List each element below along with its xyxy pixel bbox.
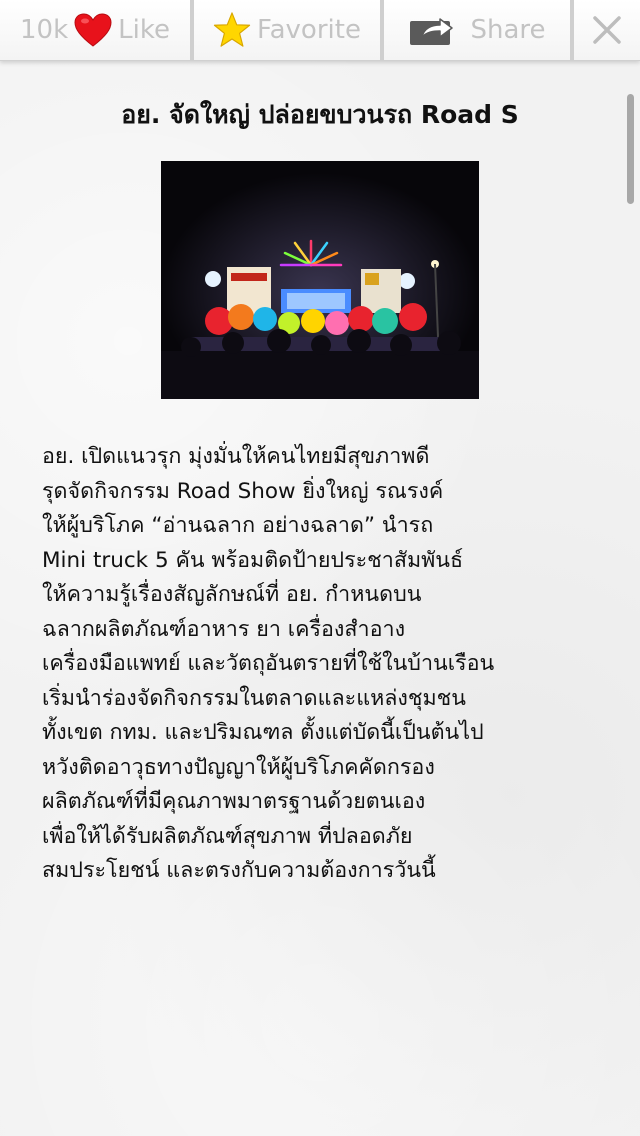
article-line: ให้ความรู้เรื่องสัญลักษณ์ที่ อย. กำหนดบน bbox=[42, 582, 422, 607]
article-body: อย. เปิดแนวรุก มุ่งมั่นให้คนไทยมีสุขภาพด… bbox=[42, 440, 622, 889]
article-line: เริ่มนำร่องจัดกิจกรรมในตลาดและแหล่งชุมชน bbox=[42, 685, 466, 711]
article-line: รุดจัดกิจกรรม Road Show ยิ่งใหญ่ รณรงค์ bbox=[42, 478, 444, 504]
article-photo bbox=[161, 161, 479, 399]
article-line: ผลิตภัณฑ์ที่มีคุณภาพมาตรฐานด้วยตนเอง bbox=[42, 789, 426, 814]
article-line: หวังติดอาวุธทางปัญญาให้ผู้บริโภคคัดกรอง bbox=[42, 754, 435, 780]
article-title: อย. จัดใหญ่ ปล่อยขบวนรถ Road S bbox=[121, 100, 519, 129]
star-icon bbox=[213, 12, 251, 47]
close-icon bbox=[593, 16, 621, 44]
article-line: เพื่อให้ได้รับผลิตภัณฑ์สุขภาพ ที่ปลอดภัย bbox=[42, 823, 413, 849]
favorite-label: Favorite bbox=[257, 15, 361, 45]
heart-icon bbox=[74, 13, 112, 47]
share-label: Share bbox=[470, 15, 546, 45]
share-button[interactable]: Share bbox=[384, 0, 574, 60]
article-line: เครื่องมือแพทย์ และวัตถุอันตรายที่ใช้ในบ… bbox=[42, 651, 495, 676]
like-label: Like bbox=[118, 15, 170, 45]
close-button[interactable] bbox=[574, 0, 640, 60]
like-count: 10k bbox=[20, 15, 69, 45]
like-button[interactable]: 10k Like bbox=[0, 0, 194, 60]
article-line: ให้ผู้บริโภค “อ่านฉลาก อย่างฉลาด” นำรถ bbox=[42, 513, 434, 538]
favorite-button[interactable]: Favorite bbox=[194, 0, 384, 60]
article-line: ฉลากผลิตภัณฑ์อาหาร ยา เครื่องสำอาง bbox=[42, 616, 406, 642]
article-line: Mini truck 5 คัน พร้อมติดป้ายประชาสัมพัน… bbox=[42, 547, 464, 573]
toolbar: 10k Like Favorite Share bbox=[0, 0, 640, 61]
event-stage-illustration bbox=[161, 161, 479, 399]
article-line: สมประโยชน์ และตรงกับความต้องการวันนี้ bbox=[42, 858, 436, 883]
article-line: อย. เปิดแนวรุก มุ่งมั่นให้คนไทยมีสุขภาพด… bbox=[42, 444, 430, 469]
share-arrow-icon bbox=[410, 18, 454, 45]
article-line: ทั้งเขต กทม. และปริมณฑล ตั้งแต่บัดนี้เป็… bbox=[42, 720, 484, 745]
